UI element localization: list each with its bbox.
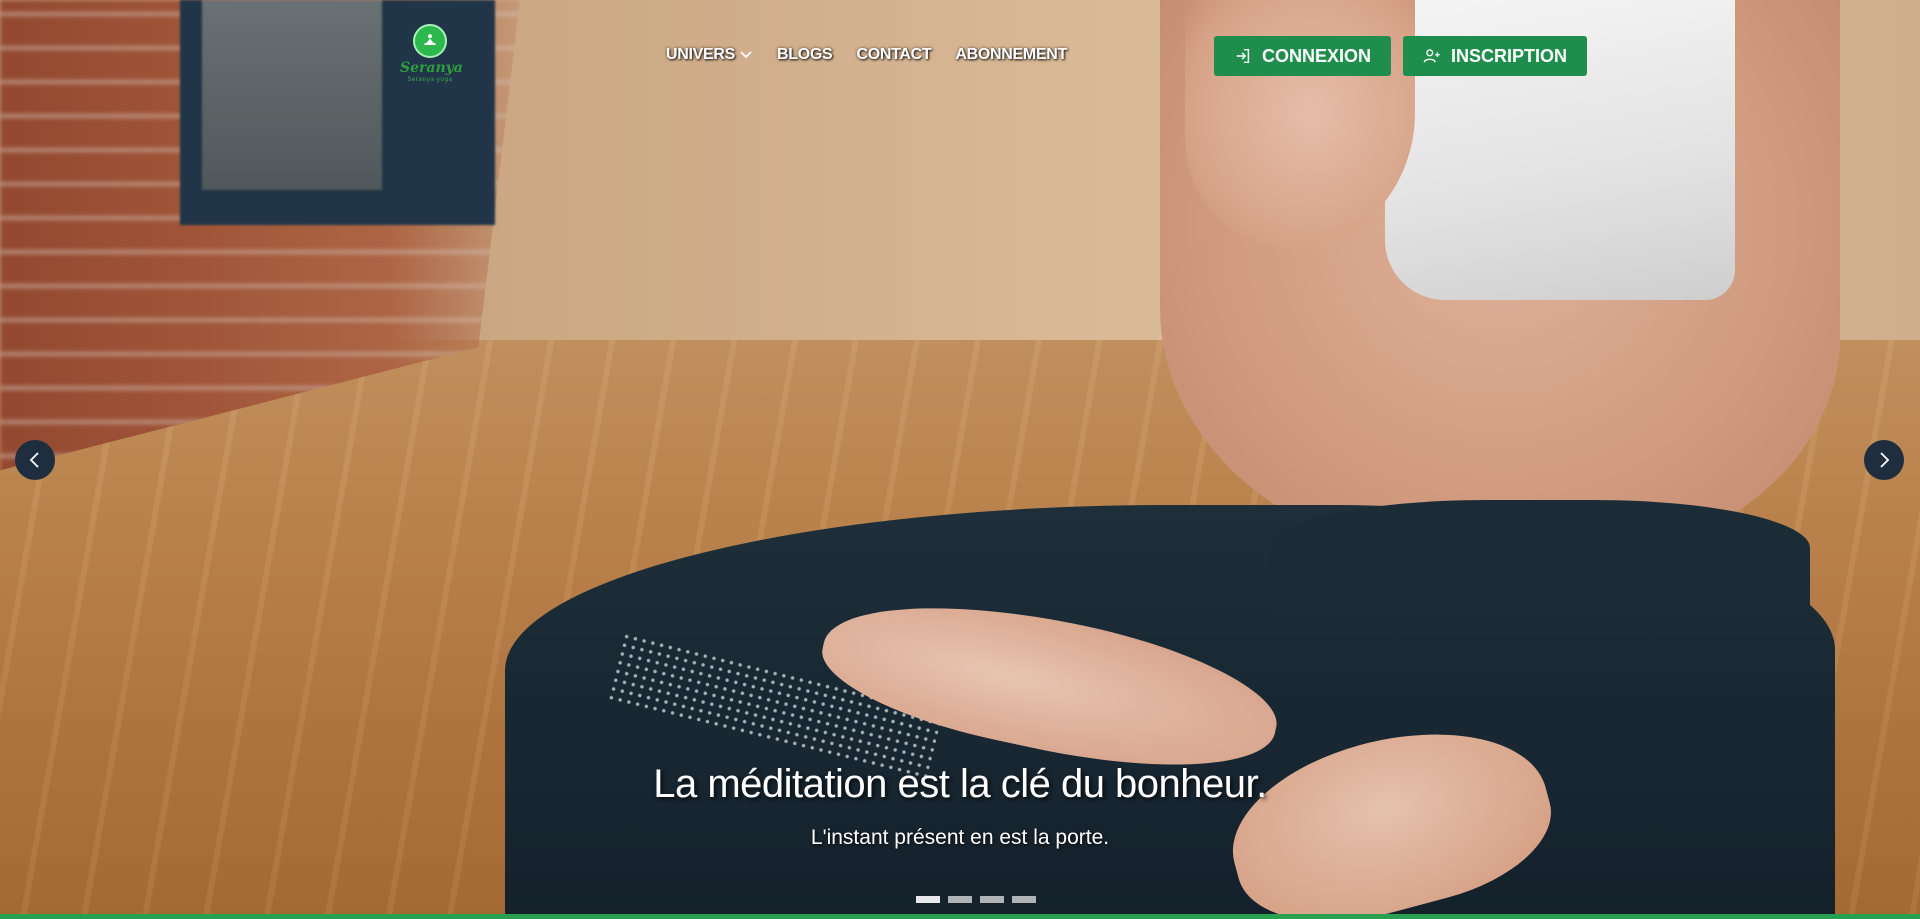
login-icon <box>1236 48 1250 64</box>
chevron-right-icon <box>1880 452 1890 468</box>
carousel-indicators <box>916 896 1036 903</box>
bottom-accent-bar <box>0 914 1920 919</box>
auth-buttons: CONNEXION INSCRIPTION <box>1214 36 1588 76</box>
nav-item-label: UNIVERS <box>666 46 736 63</box>
nav-item-abonnement[interactable]: ABONNEMENT <box>955 46 1067 64</box>
login-button[interactable]: CONNEXION <box>1214 36 1392 76</box>
hero-carousel: Seranya Seranya yoga UNIVERS BLOGS CONTA… <box>0 0 1920 919</box>
slide-subtitle: L'instant présent en est la porte. <box>810 826 1110 849</box>
signup-button[interactable]: INSCRIPTION <box>1403 36 1588 76</box>
carousel-indicator[interactable] <box>1012 896 1036 903</box>
chevron-down-icon <box>740 51 752 59</box>
slide-title: La méditation est la clé du bonheur. <box>653 762 1267 806</box>
login-label: CONNEXION <box>1262 45 1372 66</box>
carousel-prev-button[interactable] <box>15 440 55 480</box>
brand-logo[interactable]: Seranya Seranya yoga <box>400 24 463 83</box>
brand-tagline: Seranya yoga <box>407 76 453 83</box>
user-plus-icon <box>1423 49 1440 63</box>
nav-item-blogs[interactable]: BLOGS <box>777 46 833 64</box>
meditation-icon <box>413 24 447 58</box>
nav-item-contact[interactable]: CONTACT <box>856 46 931 64</box>
carousel-indicator[interactable] <box>980 896 1004 903</box>
brand-name: Seranya <box>400 60 463 76</box>
carousel-next-button[interactable] <box>1864 440 1904 480</box>
carousel-indicator[interactable] <box>916 896 940 903</box>
nav-item-univers[interactable]: UNIVERS <box>666 46 753 64</box>
carousel-indicator[interactable] <box>948 896 972 903</box>
signup-label: INSCRIPTION <box>1451 45 1568 66</box>
chevron-left-icon <box>29 452 39 468</box>
main-nav: UNIVERS BLOGS CONTACT ABONNEMENT <box>666 46 1067 64</box>
